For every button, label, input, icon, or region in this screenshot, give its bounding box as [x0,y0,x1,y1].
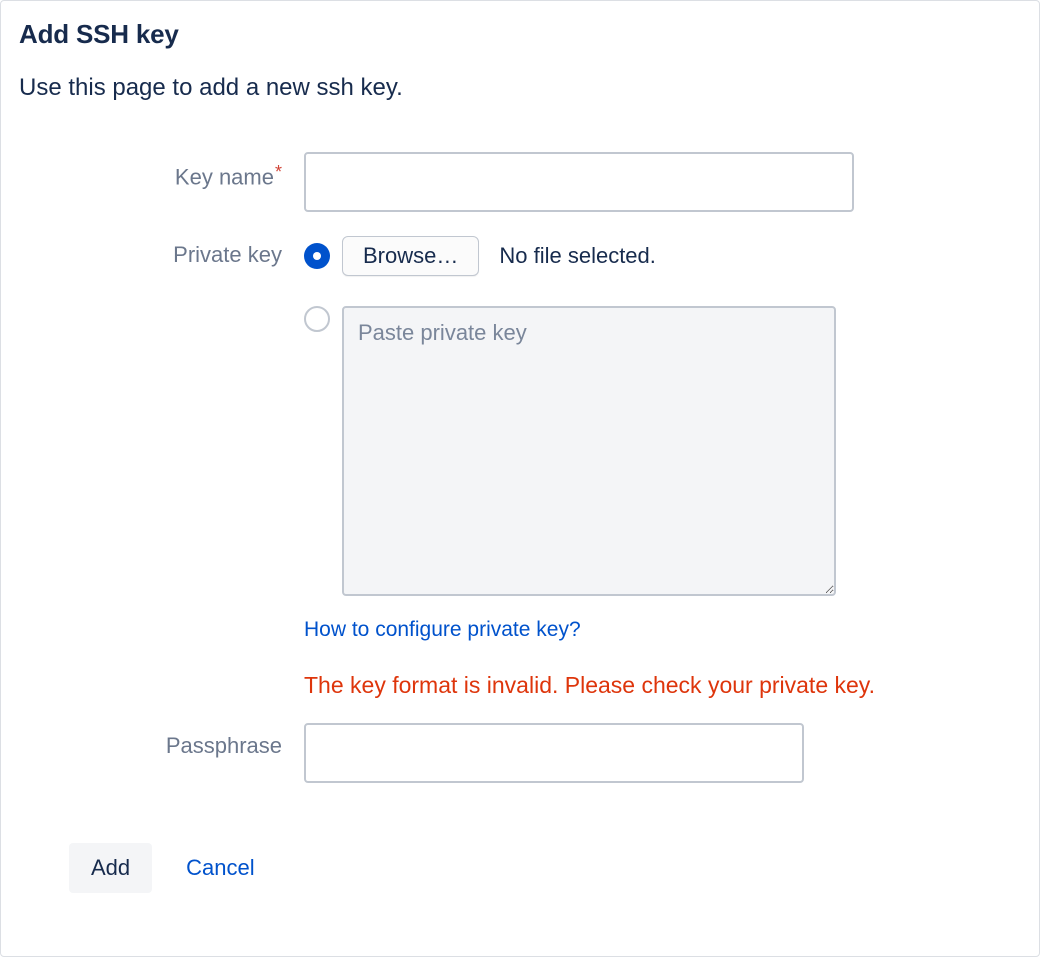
passphrase-input[interactable] [304,723,804,783]
key-name-row: Key name* [19,152,1021,212]
passphrase-row: Passphrase [19,723,1021,783]
private-key-paste-radio[interactable] [304,306,330,332]
key-name-label-col: Key name* [19,152,304,190]
key-name-input[interactable] [304,152,854,212]
private-key-error-message: The key format is invalid. Please check … [304,672,1021,699]
private-key-file-radio[interactable] [304,243,330,269]
key-name-input-col [304,152,1021,212]
private-key-label-col: Private key [19,236,304,268]
passphrase-input-col [304,723,1021,783]
add-button[interactable]: Add [69,843,152,893]
no-file-selected-text: No file selected. [499,243,656,269]
form-actions: Add Cancel [69,843,1021,893]
page-subtitle: Use this page to add a new ssh key. [19,74,1021,102]
passphrase-label: Passphrase [166,733,282,758]
private-key-file-option: Browse… No file selected. [304,236,1021,276]
cancel-link[interactable]: Cancel [186,855,254,881]
ssh-key-form: Key name* Private key Browse… No file se… [19,152,1021,893]
passphrase-label-col: Passphrase [19,723,304,759]
private-key-row: Private key Browse… No file selected. Ho… [19,236,1021,699]
required-indicator: * [275,162,282,182]
key-name-label: Key name [175,164,274,189]
private-key-input-col: Browse… No file selected. How to configu… [304,236,1021,699]
add-ssh-key-panel: Add SSH key Use this page to add a new s… [0,0,1040,957]
private-key-paste-option [304,306,1021,596]
browse-button[interactable]: Browse… [342,236,479,276]
private-key-paste-textarea[interactable] [342,306,836,596]
configure-private-key-help-link[interactable]: How to configure private key? [304,618,581,642]
private-key-label: Private key [173,242,282,267]
page-title: Add SSH key [19,19,1021,50]
